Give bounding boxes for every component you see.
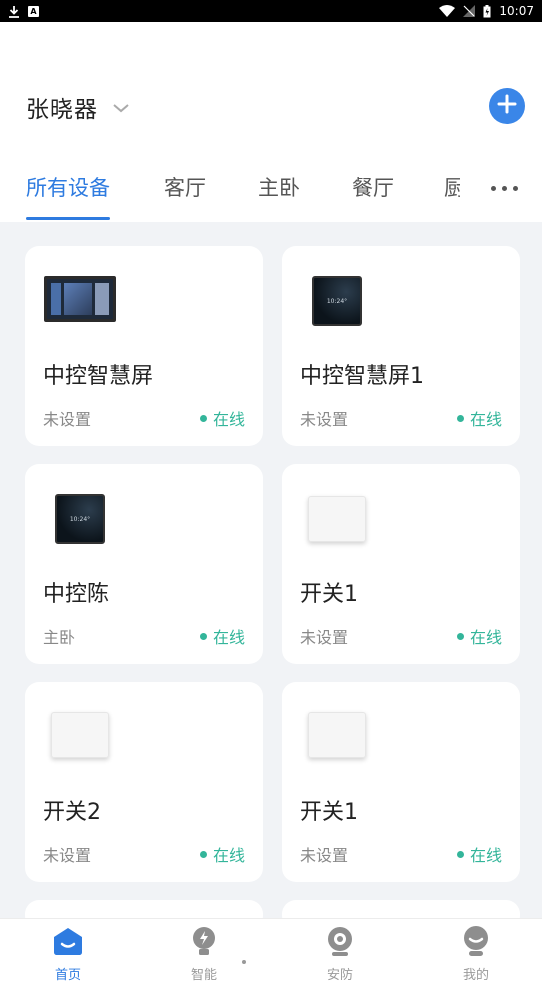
device-image bbox=[308, 712, 366, 758]
device-name: 中控智慧屏1 bbox=[300, 364, 424, 389]
device-room: 未设置 bbox=[300, 846, 349, 865]
download-icon bbox=[8, 5, 20, 18]
device-card[interactable]: 中控智慧屏 未设置 在线 bbox=[25, 246, 263, 446]
device-room: 未设置 bbox=[43, 410, 92, 429]
nav-smart-label: 智能 bbox=[190, 968, 217, 983]
status-bar-right: 10:07 bbox=[439, 4, 534, 18]
no-signal-icon bbox=[463, 5, 476, 17]
nav-smart[interactable]: 智能 bbox=[164, 925, 244, 983]
chevron-down-icon bbox=[112, 98, 130, 117]
wall-switch-icon bbox=[308, 496, 366, 542]
battery-icon bbox=[483, 4, 491, 18]
device-name: 中控陈 bbox=[43, 582, 110, 607]
online-dot-icon bbox=[199, 632, 207, 640]
bottom-nav: 首页 智能 安防 我的 bbox=[0, 918, 542, 989]
device-room: 未设置 bbox=[43, 846, 92, 865]
device-image: 10:24° bbox=[312, 276, 362, 326]
device-status: 在线 bbox=[199, 406, 245, 430]
home-selector[interactable]: 张晓器 bbox=[26, 90, 130, 124]
device-room: 未设置 bbox=[300, 628, 349, 647]
device-status: 在线 bbox=[199, 624, 245, 648]
device-card[interactable]: 开关1 未设置 在线 bbox=[282, 464, 520, 664]
nav-profile[interactable]: 我的 bbox=[436, 925, 516, 983]
tab-living-room[interactable]: 客厅 bbox=[164, 172, 206, 202]
nav-home-label: 首页 bbox=[54, 968, 81, 983]
wall-switch-icon bbox=[51, 712, 109, 758]
device-room: 未设置 bbox=[300, 410, 349, 429]
tab-master-bedroom[interactable]: 主卧 bbox=[258, 172, 300, 202]
add-device-button[interactable] bbox=[489, 88, 525, 124]
nav-security-label: 安防 bbox=[326, 968, 353, 983]
online-dot-icon bbox=[199, 850, 207, 858]
room-tabs: 所有设备 客厅 主卧 餐厅 厨 bbox=[0, 164, 542, 222]
device-status: 在线 bbox=[199, 842, 245, 866]
device-image: 10:24° bbox=[55, 494, 105, 544]
plus-icon bbox=[497, 94, 517, 118]
wall-switch-icon bbox=[308, 712, 366, 758]
smart-panel-wide-icon bbox=[44, 276, 116, 322]
home-icon bbox=[51, 925, 85, 961]
device-name: 开关2 bbox=[43, 800, 101, 825]
more-dot-icon bbox=[502, 186, 507, 191]
device-card[interactable]: 开关1 未设置 在线 bbox=[282, 682, 520, 882]
nav-security[interactable]: 安防 bbox=[300, 925, 380, 983]
online-dot-icon bbox=[456, 414, 464, 422]
device-card[interactable]: 10:24° 中控陈 主卧 在线 bbox=[25, 464, 263, 664]
device-status: 在线 bbox=[456, 842, 502, 866]
more-dot-icon bbox=[491, 186, 496, 191]
device-card[interactable]: 10:24° 中控智慧屏1 未设置 在线 bbox=[282, 246, 520, 446]
page-indicator-dot bbox=[242, 960, 246, 964]
nav-home[interactable]: 首页 bbox=[28, 925, 108, 983]
tab-kitchen[interactable]: 厨 bbox=[444, 172, 460, 202]
online-dot-icon bbox=[199, 414, 207, 422]
camera-icon bbox=[323, 925, 357, 961]
device-image bbox=[51, 712, 109, 758]
status-time: 10:07 bbox=[499, 4, 534, 18]
online-dot-icon bbox=[456, 850, 464, 858]
device-image bbox=[308, 496, 366, 542]
device-status: 在线 bbox=[456, 406, 502, 430]
more-dot-icon bbox=[513, 186, 518, 191]
online-dot-icon bbox=[456, 632, 464, 640]
bulb-icon bbox=[187, 925, 221, 961]
profile-icon bbox=[459, 925, 493, 961]
device-card[interactable]: 开关2 未设置 在线 bbox=[25, 682, 263, 882]
smart-panel-square-icon: 10:24° bbox=[55, 494, 105, 544]
home-name: 张晓器 bbox=[26, 97, 98, 123]
status-bar-left: A bbox=[8, 5, 39, 18]
smart-panel-square-icon: 10:24° bbox=[312, 276, 362, 326]
wifi-icon bbox=[439, 5, 456, 17]
nav-profile-label: 我的 bbox=[462, 968, 489, 983]
status-bar: A 10:07 bbox=[0, 0, 542, 22]
device-room: 主卧 bbox=[43, 628, 76, 647]
device-name: 中控智慧屏 bbox=[43, 364, 154, 389]
tab-all-devices[interactable]: 所有设备 bbox=[26, 172, 110, 202]
device-image bbox=[44, 276, 116, 322]
header: 张晓器 所有设备 客厅 主卧 餐厅 厨 bbox=[0, 22, 542, 222]
device-name: 开关1 bbox=[300, 800, 358, 825]
device-status: 在线 bbox=[456, 624, 502, 648]
app-notification-icon: A bbox=[28, 5, 39, 17]
active-tab-indicator bbox=[26, 217, 110, 220]
device-name: 开关1 bbox=[300, 582, 358, 607]
tab-dining-room[interactable]: 餐厅 bbox=[352, 172, 394, 202]
more-tabs-button[interactable] bbox=[491, 186, 518, 191]
